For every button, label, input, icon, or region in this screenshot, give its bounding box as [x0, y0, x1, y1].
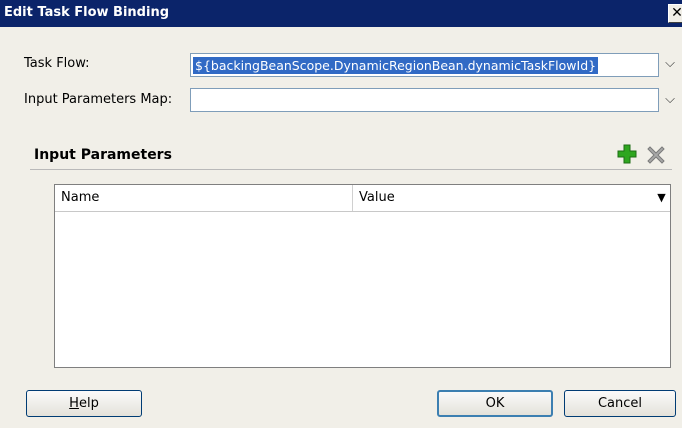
- table-header: Name Value ▼: [55, 185, 670, 212]
- help-button[interactable]: Help: [26, 390, 142, 417]
- section-divider: [30, 169, 672, 170]
- input-parameters-map-dropdown-icon[interactable]: ⌵: [662, 92, 678, 107]
- cancel-button[interactable]: Cancel: [564, 390, 676, 417]
- title-bar: Edit Task Flow Binding ✕: [0, 0, 682, 27]
- input-parameters-heading: Input Parameters: [34, 147, 172, 163]
- column-header-name[interactable]: Name: [55, 185, 353, 211]
- task-flow-value: ${backingBeanScope.DynamicRegionBean.dyn…: [193, 57, 599, 74]
- help-label-rest: elp: [78, 396, 99, 411]
- input-parameters-map-label: Input Parameters Map:: [24, 92, 173, 107]
- column-menu-icon[interactable]: ▼: [653, 185, 670, 211]
- input-parameters-table[interactable]: Name Value ▼: [54, 184, 671, 368]
- close-icon: ✕: [671, 5, 682, 21]
- add-icon[interactable]: [617, 144, 637, 164]
- input-parameters-map-input[interactable]: [190, 88, 659, 112]
- delete-icon[interactable]: [645, 144, 667, 166]
- window-title: Edit Task Flow Binding: [4, 5, 170, 20]
- task-flow-input[interactable]: ${backingBeanScope.DynamicRegionBean.dyn…: [190, 53, 659, 77]
- task-flow-label: Task Flow:: [24, 56, 90, 71]
- task-flow-dropdown-icon[interactable]: ⌵: [662, 56, 678, 71]
- column-header-value[interactable]: Value: [353, 185, 653, 211]
- close-button[interactable]: ✕: [668, 4, 682, 23]
- help-mnemonic: H: [69, 396, 79, 411]
- ok-button[interactable]: OK: [437, 390, 553, 417]
